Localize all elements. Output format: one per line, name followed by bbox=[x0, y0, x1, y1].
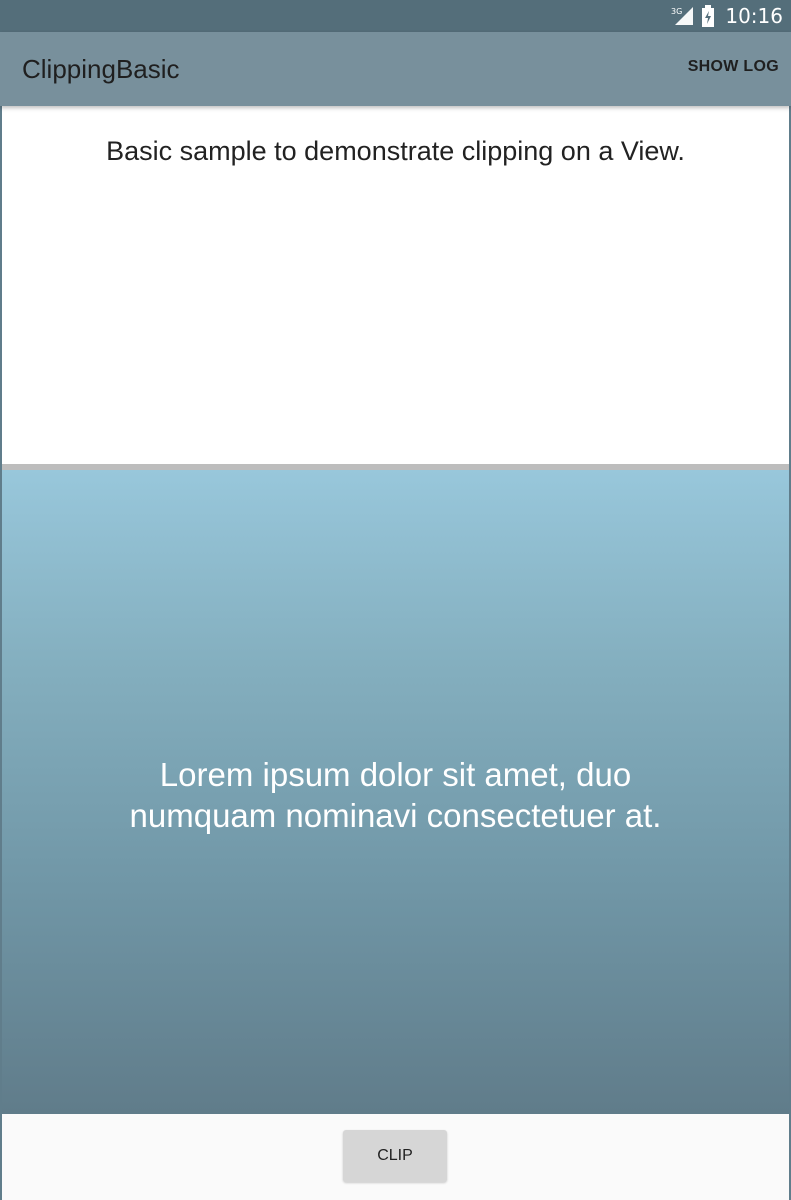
app-bar: ClippingBasic SHOW LOG bbox=[0, 32, 791, 106]
show-log-button[interactable]: SHOW LOG bbox=[688, 58, 779, 76]
screen: 3G 10:16 ClippingBasic SHOW LOG Basic sa… bbox=[0, 0, 791, 1200]
battery-icon bbox=[701, 5, 715, 27]
frame-border-left bbox=[0, 32, 2, 1200]
clip-button[interactable]: CLIP bbox=[343, 1130, 447, 1182]
clipped-view-text-line-1: Lorem ipsum dolor sit amet, duo bbox=[159, 756, 632, 793]
svg-text:3G: 3G bbox=[671, 7, 682, 16]
signal-icon: 3G bbox=[671, 5, 695, 27]
intro-panel: Basic sample to demonstrate clipping on … bbox=[2, 106, 789, 464]
status-bar: 3G 10:16 bbox=[0, 0, 791, 32]
app-title: ClippingBasic bbox=[22, 54, 180, 84]
status-time: 10:16 bbox=[725, 4, 783, 28]
clipped-view-text: Lorem ipsum dolor sit amet, duo numquam … bbox=[2, 754, 789, 836]
clipped-view[interactable]: Lorem ipsum dolor sit amet, duo numquam … bbox=[2, 470, 789, 1114]
clipped-view-text-line-2: numquam nominavi consectetuer at. bbox=[129, 797, 662, 834]
intro-text: Basic sample to demonstrate clipping on … bbox=[106, 136, 685, 166]
status-icons: 3G 10:16 bbox=[671, 4, 783, 28]
bottom-bar: CLIP bbox=[2, 1114, 789, 1198]
